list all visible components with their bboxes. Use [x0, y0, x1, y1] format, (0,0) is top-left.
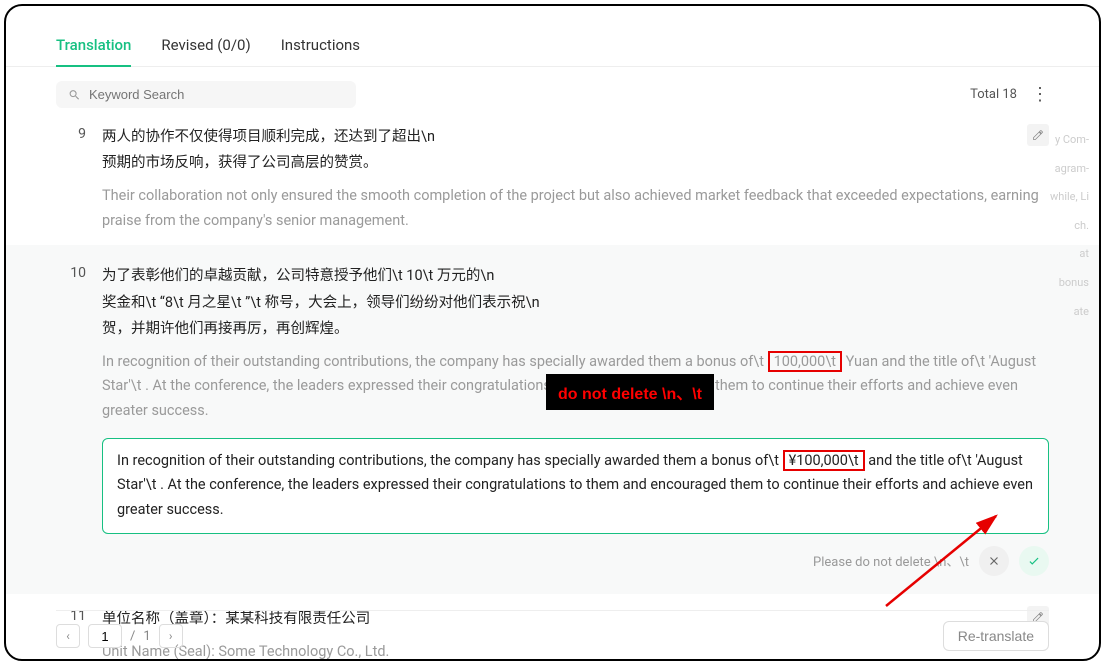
page-separator: /: [130, 629, 135, 644]
prev-page-button[interactable]: ‹: [56, 624, 80, 648]
search-icon: [68, 88, 81, 102]
search-wrap[interactable]: [56, 81, 356, 108]
table-row-active: 10 为了表彰他们的卓越贡献，公司特意授予他们\t 10\t 万元的\n 奖金和…: [6, 245, 1099, 593]
tab-translation[interactable]: Translation: [56, 36, 131, 66]
retranslate-button[interactable]: Re-translate: [943, 621, 1049, 651]
toolbar: Total 18 ⋮: [6, 67, 1099, 118]
more-icon[interactable]: ⋮: [1031, 84, 1049, 105]
target-text: Their collaboration not only ensured the…: [102, 184, 1049, 233]
check-icon: [1027, 554, 1041, 568]
background-text: y Com- agram- while, Li ch. at bonus ate: [1039, 126, 1089, 326]
tab-revised[interactable]: Revised (0/0): [161, 36, 250, 66]
search-input[interactable]: [89, 87, 344, 102]
page-total: 1: [143, 629, 150, 644]
page-input[interactable]: [88, 624, 122, 648]
tabs: Translation Revised (0/0) Instructions: [6, 36, 1099, 67]
source-text: 两人的协作不仅使得项目顺利完成，还达到了超出\n 预期的市场反响，获得了公司高层…: [102, 124, 1049, 176]
edit-textarea[interactable]: In recognition of their outstanding cont…: [102, 438, 1049, 534]
confirm-button[interactable]: [1019, 546, 1049, 576]
row-number: 10: [56, 263, 86, 575]
total-count: Total 18: [970, 87, 1017, 102]
close-icon: [987, 554, 1001, 568]
pager: ‹ / 1 › Re-translate: [56, 610, 1049, 651]
next-page-button[interactable]: ›: [159, 624, 183, 648]
hint-text: Please do not delete \n、\t: [813, 551, 969, 570]
cancel-button[interactable]: [979, 546, 1009, 576]
tab-instructions[interactable]: Instructions: [281, 36, 360, 66]
annotation-callout: do not delete \n、\t: [546, 374, 714, 410]
source-text: 为了表彰他们的卓越贡献，公司特意授予他们\t 10\t 万元的\n 奖金和\t …: [102, 263, 1049, 341]
table-row: 9 两人的协作不仅使得项目顺利完成，还达到了超出\n 预期的市场反响，获得了公司…: [6, 118, 1099, 239]
row-number: 9: [56, 124, 86, 233]
highlight-edited: ¥100,000\t: [783, 450, 865, 471]
highlight-original: 100,000\t: [768, 351, 842, 372]
